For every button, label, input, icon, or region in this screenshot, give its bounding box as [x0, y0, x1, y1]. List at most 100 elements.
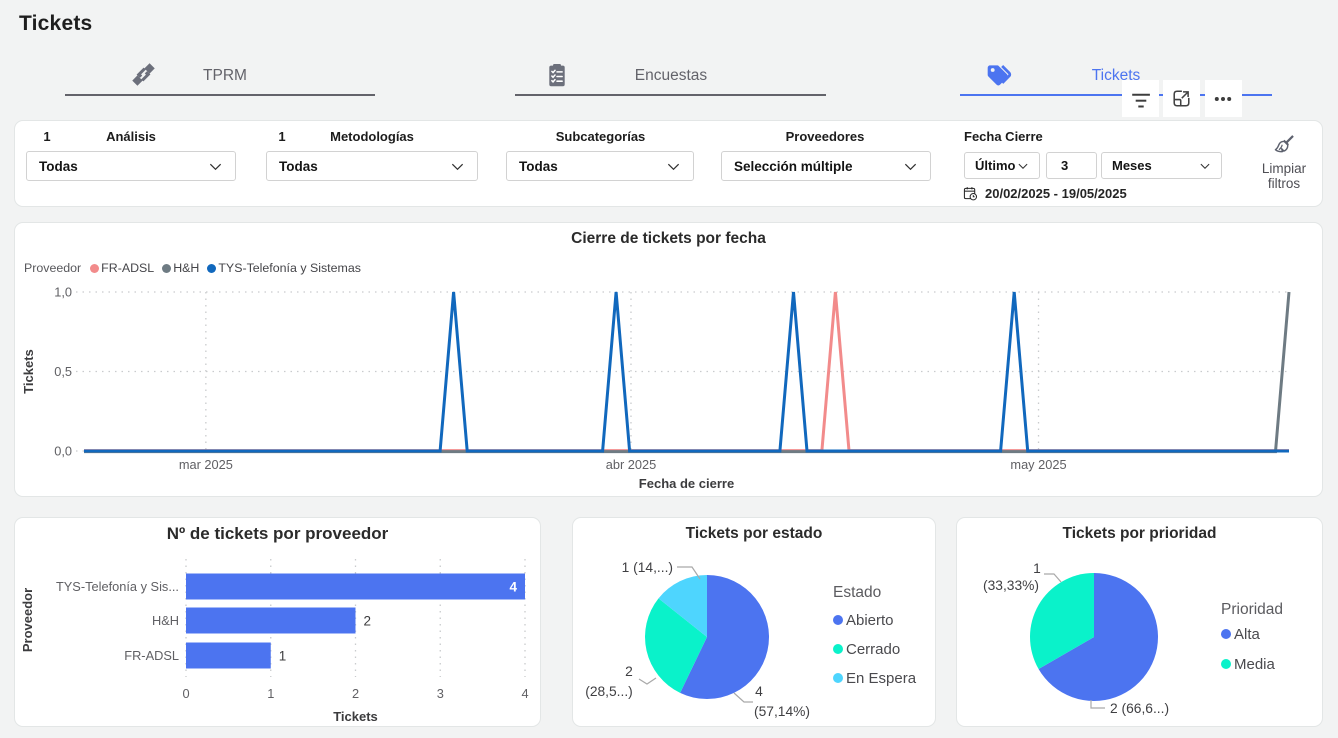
- bar-0[interactable]: [186, 574, 525, 600]
- chevron-down-icon: [1017, 160, 1029, 172]
- filters-button[interactable]: [1122, 80, 1159, 117]
- chart-text: TYS-Telefonía y Sis...: [56, 579, 179, 594]
- pie-prioridad-card: Tickets por prioridad 1(33,33%)2 (66,6..…: [956, 517, 1323, 727]
- date-range: 20/02/2025 - 19/05/2025: [963, 186, 1127, 201]
- chevron-down-icon: [208, 159, 223, 174]
- chart-text: 4: [509, 580, 517, 595]
- fecha-number-input[interactable]: 3: [1046, 152, 1097, 179]
- chart-shape: [1221, 629, 1231, 639]
- chart-text: Cerrado: [846, 641, 900, 658]
- chevron-down-icon: [1199, 160, 1211, 172]
- more-options-icon: [1211, 87, 1235, 111]
- chart-text: 1: [1033, 561, 1041, 576]
- chart-text: Estado: [833, 584, 881, 601]
- chart-text: abr 2025: [606, 457, 657, 472]
- broom-icon: [1272, 132, 1297, 157]
- bar-1[interactable]: [186, 608, 356, 634]
- pie-estado-card: Tickets por estado 1 (14,...)2(28,5...)4…: [572, 517, 936, 727]
- methodologies-label: Metodologías: [302, 129, 442, 144]
- subcategories-label: Subcategorías: [528, 129, 673, 144]
- tab-tprm-underline: [65, 94, 375, 96]
- filter-lines-icon: [1129, 87, 1153, 111]
- chart-text: 3: [437, 686, 444, 701]
- chart-text: Proveedor: [20, 588, 35, 652]
- chart-text: Fecha de cierre: [639, 476, 734, 491]
- chart-text: Alta: [1234, 626, 1261, 643]
- chart-text: Tickets: [21, 349, 36, 394]
- chart-shape: [1221, 659, 1231, 669]
- chevron-down-icon: [666, 159, 681, 174]
- pie-prioridad-plot: 1 (33,33%) 2 (66,6...) Prioridad Alta Media: [957, 518, 1322, 726]
- clear-filters-line1: Limpiar: [1249, 161, 1319, 177]
- chart-text: mar 2025: [179, 457, 233, 472]
- subcategories-value: Todas: [519, 159, 666, 174]
- bar-2[interactable]: [186, 643, 271, 669]
- chart-text: 0,0: [54, 444, 72, 459]
- focus-mode-button[interactable]: [1163, 80, 1200, 117]
- chart-text: Tickets: [333, 709, 378, 724]
- chevron-down-icon: [450, 159, 465, 174]
- chart-text: H&H: [152, 613, 179, 628]
- chart-text: (57,14%): [754, 704, 810, 719]
- chart-shape: [734, 693, 753, 702]
- chart-text: 4: [755, 684, 763, 699]
- chart-shape: [639, 678, 656, 684]
- chart-text: Abierto: [846, 612, 894, 629]
- pie-estado-plot: 1 (14,...) 2 (28,5...) 4 (57,14%) Estado Abier…: [573, 518, 935, 726]
- focus-mode-icon: [1170, 87, 1193, 110]
- chart-shape: [1091, 700, 1105, 708]
- chart-text: Media: [1234, 656, 1276, 673]
- chart-text: 1,0: [54, 285, 72, 300]
- line-chart-card: Cierre de tickets por fecha Proveedor FR…: [14, 222, 1323, 497]
- fecha-relative-value: Último: [975, 158, 1017, 173]
- methodologies-value: Todas: [279, 159, 450, 174]
- analysis-value: Todas: [39, 159, 208, 174]
- date-range-text: 20/02/2025 - 19/05/2025: [985, 186, 1127, 201]
- providers-value: Selección múltiple: [734, 159, 903, 174]
- providers-dropdown[interactable]: Selección múltiple: [721, 151, 931, 181]
- fecha-relative-dropdown[interactable]: Último: [964, 152, 1040, 179]
- tab-encuestas-underline: [515, 94, 826, 96]
- chart-text: 1: [267, 686, 274, 701]
- fecha-cierre-label: Fecha Cierre: [964, 129, 1043, 144]
- chart-text: 1 (14,...): [622, 560, 673, 575]
- tab-tprm-label: TPRM: [150, 67, 300, 85]
- chart-text: 4: [521, 686, 528, 701]
- chart-text: 2 (66,6...): [1110, 701, 1169, 716]
- chart-shape: [833, 615, 843, 625]
- fecha-number-value: 3: [1061, 158, 1082, 173]
- fecha-unit-dropdown[interactable]: Meses: [1101, 152, 1222, 179]
- chart-shape: [833, 673, 843, 683]
- chart-text: FR-ADSL: [124, 648, 179, 663]
- chart-text: (33,33%): [983, 578, 1039, 593]
- page-title: Tickets: [19, 12, 92, 36]
- chart-text: 2: [625, 664, 633, 679]
- fecha-unit-value: Meses: [1112, 158, 1199, 173]
- tab-encuestas-label: Encuestas: [596, 67, 746, 85]
- chart-text: 0: [182, 686, 189, 701]
- calendar-clock-icon: [963, 186, 978, 201]
- subcategories-dropdown[interactable]: Todas: [506, 151, 694, 181]
- chevron-down-icon: [903, 159, 918, 174]
- tags-icon: [985, 62, 1013, 95]
- chart-text: may 2025: [1010, 457, 1066, 472]
- chart-text: 0,5: [54, 364, 72, 379]
- line-chart-plot: 0,0 0,5 1,0 mar 2025 abr 2025 may 2025 Fecha d…: [15, 223, 1322, 496]
- chart-shape: [833, 644, 843, 654]
- bar-chart-plot: 01234TYS-Telefonía y Sis...4H&H2FR-ADSL1…: [15, 518, 540, 726]
- chart-text: 2: [352, 686, 359, 701]
- more-options-button[interactable]: [1205, 80, 1242, 117]
- clear-filters-button[interactable]: Limpiar filtros: [1249, 132, 1319, 192]
- chart-text: (28,5...): [585, 684, 633, 699]
- chart-shape: [1044, 574, 1061, 582]
- analysis-dropdown[interactable]: Todas: [26, 151, 236, 181]
- chart-text: 2: [364, 614, 372, 629]
- methodologies-dropdown[interactable]: Todas: [266, 151, 478, 181]
- clear-filters-line2: filtros: [1249, 176, 1319, 192]
- filter-bar: 1 Análisis Todas 1 Metodologías Todas Su…: [14, 120, 1323, 207]
- bar-chart-card: Nº de tickets por proveedor 01234TYS-Tel…: [14, 517, 541, 727]
- chart-text: Prioridad: [1221, 601, 1283, 618]
- providers-label: Proveedores: [750, 129, 900, 144]
- clipboard-checklist-icon: [543, 61, 571, 94]
- analysis-count: 1: [32, 129, 62, 144]
